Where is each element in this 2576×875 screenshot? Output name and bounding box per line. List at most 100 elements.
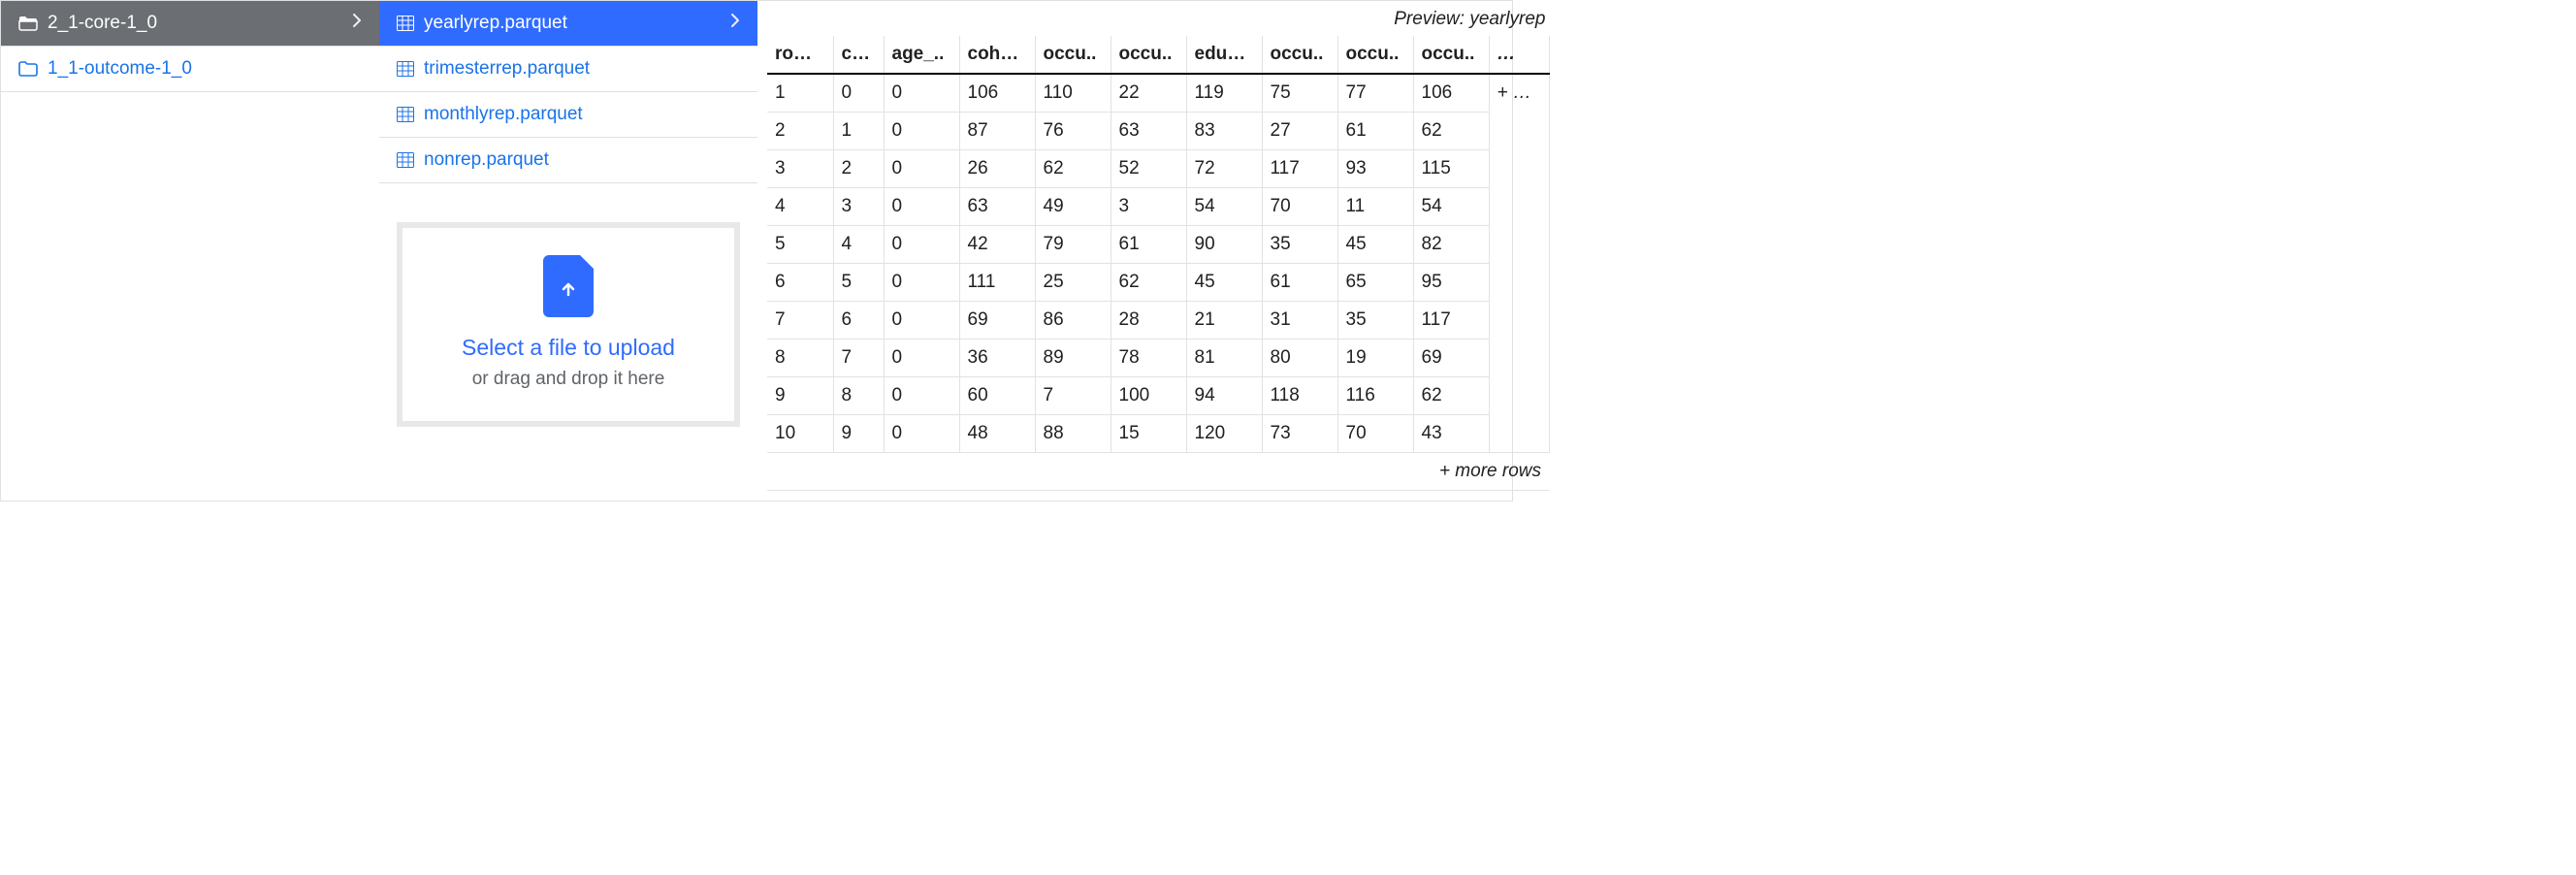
table-cell: 95 (1413, 264, 1489, 302)
table-row[interactable]: 1090488815120737043 (767, 415, 1549, 453)
table-cell: 54 (1413, 188, 1489, 226)
table-cell: 6 (767, 264, 833, 302)
table-cell: 0 (884, 264, 959, 302)
table-cell: 0 (884, 150, 959, 188)
table-cell: 52 (1111, 150, 1186, 188)
table-cell: 0 (884, 226, 959, 264)
column-header: chil.. (833, 36, 884, 74)
table-cell: 0 (884, 74, 959, 113)
folder-icon (18, 61, 38, 77)
table-cell: 62 (1413, 377, 1489, 415)
table-cell: 3 (767, 150, 833, 188)
folder-item-selected[interactable]: 2_1-core-1_0 (1, 1, 379, 47)
table-cell: 61 (1111, 226, 1186, 264)
column-header: age_.. (884, 36, 959, 74)
table-cell: 6 (833, 302, 884, 340)
table-cell: 2 (833, 150, 884, 188)
column-header: occu.. (1035, 36, 1111, 74)
table-cell: 9 (833, 415, 884, 453)
table-cell: 80 (1262, 340, 1337, 377)
table-icon (397, 16, 414, 31)
folder-label: 1_1-outcome-1_0 (48, 58, 362, 80)
table-cell: 22 (1111, 74, 1186, 113)
table-cell: 54 (1186, 188, 1262, 226)
file-item-selected[interactable]: yearlyrep.parquet (379, 1, 757, 47)
table-body: 100106110221197577106+ more2108776638327… (767, 74, 1549, 491)
chevron-right-icon (730, 13, 740, 34)
column-header: occu.. (1413, 36, 1489, 74)
table-cell: 83 (1186, 113, 1262, 150)
table-cell: 8 (833, 377, 884, 415)
file-label: nonrep.parquet (424, 149, 740, 171)
table-cell: 72 (1186, 150, 1262, 188)
table-row[interactable]: 9806071009411811662 (767, 377, 1549, 415)
table-cell: 45 (1337, 226, 1413, 264)
table-row[interactable]: 100106110221197577106+ more (767, 74, 1549, 113)
column-header: occu.. (1111, 36, 1186, 74)
file-label: yearlyrep.parquet (424, 13, 721, 34)
folder-label: 2_1-core-1_0 (48, 13, 342, 34)
table-cell: 94 (1186, 377, 1262, 415)
table-cell: 25 (1035, 264, 1111, 302)
folder-item[interactable]: 1_1-outcome-1_0 (1, 47, 379, 92)
table-row[interactable]: 650111256245616595 (767, 264, 1549, 302)
table-cell: 73 (1262, 415, 1337, 453)
table-cell: 82 (1413, 226, 1489, 264)
table-cell: 0 (833, 74, 884, 113)
table-cell: 118 (1262, 377, 1337, 415)
table-cell: 63 (959, 188, 1035, 226)
table-cell: 77 (1337, 74, 1413, 113)
table-cell: 63 (1111, 113, 1186, 150)
files-column: yearlyrep.parquet trimesterrep.parquet m… (379, 1, 757, 501)
table-cell: 81 (1186, 340, 1262, 377)
table-cell: 10 (767, 415, 833, 453)
table-cell: 4 (833, 226, 884, 264)
preview-title: Preview: yearlyrep (767, 7, 1550, 36)
table-cell: 36 (959, 340, 1035, 377)
table-cell: 106 (959, 74, 1035, 113)
table-cell: 45 (1186, 264, 1262, 302)
table-cell: 115 (1413, 150, 1489, 188)
table-cell: 119 (1186, 74, 1262, 113)
table-cell: 3 (1111, 188, 1186, 226)
table-cell: 93 (1337, 150, 1413, 188)
table-cell: 70 (1262, 188, 1337, 226)
table-cell: 70 (1337, 415, 1413, 453)
table-cell: 117 (1262, 150, 1337, 188)
table-cell: 0 (884, 377, 959, 415)
table-icon (397, 107, 414, 122)
table-cell: 19 (1337, 340, 1413, 377)
table-cell: 0 (884, 302, 959, 340)
file-item[interactable]: nonrep.parquet (379, 138, 757, 183)
table-cell: 89 (1035, 340, 1111, 377)
folder-open-icon (18, 16, 38, 31)
file-label: monthlyrep.parquet (424, 104, 740, 125)
folders-column: 2_1-core-1_0 1_1-outcome-1_0 (1, 1, 379, 501)
table-row[interactable]: 760698628213135117 (767, 302, 1549, 340)
table-cell: 26 (959, 150, 1035, 188)
table-cell: 31 (1262, 302, 1337, 340)
table-cell: 75 (1262, 74, 1337, 113)
table-row[interactable]: 4306349354701154 (767, 188, 1549, 226)
file-label: trimesterrep.parquet (424, 58, 740, 80)
table-cell: 0 (884, 188, 959, 226)
upload-dropzone[interactable]: Select a file to upload or drag and drop… (397, 222, 740, 427)
file-browser-app: 2_1-core-1_0 1_1-outcome-1_0 yearlyrep.p… (0, 0, 1513, 502)
table-cell: 42 (959, 226, 1035, 264)
file-item[interactable]: monthlyrep.parquet (379, 92, 757, 138)
table-cell: 15 (1111, 415, 1186, 453)
table-row[interactable]: 54042796190354582 (767, 226, 1549, 264)
table-row[interactable]: 3202662527211793115 (767, 150, 1549, 188)
file-item[interactable]: trimesterrep.parquet (379, 47, 757, 92)
table-cell: 9 (767, 377, 833, 415)
table-header-row: row_idchil..age_..cohab_occu..occu..edu_… (767, 36, 1549, 74)
table-row[interactable]: 21087766383276162 (767, 113, 1549, 150)
table-cell: 120 (1186, 415, 1262, 453)
table-cell: 65 (1337, 264, 1413, 302)
upload-file-icon (543, 255, 594, 317)
table-row[interactable]: 87036897881801969 (767, 340, 1549, 377)
column-header: occu.. (1337, 36, 1413, 74)
table-cell: 86 (1035, 302, 1111, 340)
table-cell: 0 (884, 113, 959, 150)
table-cell: 87 (959, 113, 1035, 150)
